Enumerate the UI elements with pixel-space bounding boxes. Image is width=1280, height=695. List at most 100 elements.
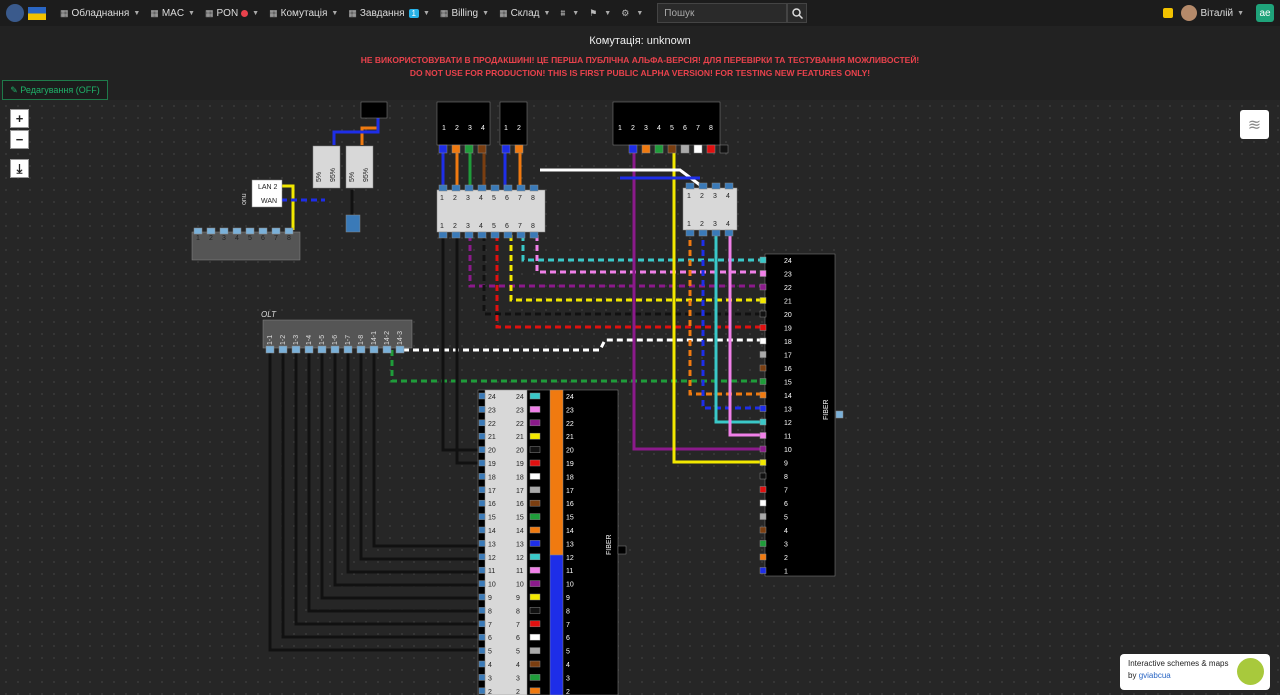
filter-icon[interactable]: ⩩ ▼ [560,8,579,19]
olt-port-label: 1-8 [358,335,365,345]
port-pad [477,144,487,154]
app-switch-icon[interactable]: ae [1256,4,1274,22]
page-title: Комутація: unknown [589,35,691,47]
onu-label: onu [241,193,248,205]
port-number: 3 [468,125,472,132]
nav-item-6[interactable]: ▦ Склад ▼ [499,8,550,19]
port-pad [438,184,448,192]
port-pad [478,526,486,534]
fiber-number: 24 [488,394,496,401]
scheme-canvas[interactable]: 1 2 3 4 1 2 1 2 3 4 5 6 7 8 1 1 2 2 3 3 4 4 5 5 6 6 7 7 8 8 1 1 2 2 3 3 4 4 5%… [0,100,1280,695]
fiber-number: 10 [488,582,496,589]
avatar[interactable] [1181,5,1198,21]
fiber-port [759,297,767,304]
pon-icon: ▦ [204,7,214,18]
flag-icon[interactable]: ⚑ ▼ [589,8,611,19]
chevron-down-icon[interactable]: ▼ [1237,10,1244,17]
fiber-number: 4 [784,528,788,535]
port-pad [529,184,539,192]
port-number: 7 [518,195,522,202]
port-number: 1 [618,125,622,132]
fiber-port [759,553,767,561]
fiber-number: 6 [784,501,788,508]
fiber-number: 10 [516,582,524,589]
fiber-number: 24 [566,394,574,401]
fiber-number: 5 [566,649,570,656]
fiber-number: 23 [566,407,574,414]
port-pad [464,184,474,192]
fiber-wire [728,230,760,437]
fiber-number: 20 [488,448,496,455]
port-pad [685,229,695,237]
port-pad [478,406,486,413]
fiber-wire [688,230,760,396]
port-number: 4 [235,235,239,242]
port-pad [478,459,486,467]
settings-icon[interactable]: ⚙ ▼ [621,8,643,19]
port-pad [724,229,734,237]
fiber-wire [521,235,760,262]
port-pad [478,513,486,520]
fiber-number: 19 [566,461,574,468]
port-number: 7 [518,223,522,230]
fiber-number: 14 [516,528,524,535]
chevron-down-icon: ▼ [422,9,430,17]
layers-button[interactable]: ≋ [1240,110,1269,139]
fiber-connector [529,459,541,467]
port-pad [395,345,405,354]
nav-item-3[interactable]: ▦ Комутація ▼ [269,8,338,19]
port-number: 4 [726,221,730,228]
fiber-wire [333,350,485,587]
fiber-port [759,540,767,547]
port-pad [698,229,708,237]
fiber-number: 22 [784,285,792,292]
port-pad [451,184,461,192]
edit-mode-button[interactable]: ✎ Редагування (OFF) [2,80,108,100]
port-pad [478,486,486,494]
port-pad [641,144,651,154]
author-link[interactable]: gviabcua [1139,671,1171,680]
zoom-out-button[interactable]: − [10,130,29,149]
port-number: 7 [274,235,278,242]
fiber-port [759,256,767,264]
ukraine-flag-icon[interactable] [28,6,46,20]
nav-item-4[interactable]: ▦ Завдання 1 ▼ [348,8,430,19]
user-name[interactable]: Віталій [1200,8,1233,19]
nav-menu: ▦ Обладнання ▼ ▦ MAC ▼ ▦ PON ▼ ▦ Комутація ▼ ▦ Завдан… [60,8,653,19]
fiber-number: 15 [566,515,574,522]
port-pad [451,144,461,154]
port-pad [464,144,474,154]
fiber-connector [529,633,541,641]
port-pad [478,674,486,681]
port-pad [680,144,690,154]
port-number: 6 [505,223,509,230]
port-pad [477,231,487,239]
nav-item-1[interactable]: ▦ MAC ▼ [150,8,195,19]
fiber-tube [549,554,564,695]
fiber-number: 14 [488,528,496,535]
top-navbar: ▦ Обладнання ▼ ▦ MAC ▼ ▦ PON ▼ ▦ Комутація ▼ ▦ Завдан… [0,0,1280,26]
fiber-connector [529,432,541,440]
nav-item-2[interactable]: ▦ PON ▼ [205,8,259,19]
port-pad [317,345,327,354]
download-button[interactable]: ⤓ [10,159,29,178]
fiber-port [759,391,767,399]
fiber-number: 9 [516,595,520,602]
fiber-port [759,459,767,466]
app-logo-icon[interactable] [6,4,24,22]
zoom-in-button[interactable]: + [10,109,29,128]
nav-item-0[interactable]: ▦ Обладнання ▼ [60,8,140,19]
fiber-number: 17 [784,353,792,360]
fiber-number: 12 [488,555,496,562]
search-input[interactable]: Пошук [657,3,788,23]
port-pad [438,231,448,239]
nav-item-5[interactable]: ▦ Billing ▼ [440,8,489,19]
fiber-port [759,472,767,480]
port-number: 1 [687,193,691,200]
port-pad [356,345,366,354]
search-button[interactable] [787,3,808,23]
port-number: 8 [709,125,713,132]
port-pad [478,620,486,628]
port-pad [330,345,340,354]
notes-icon[interactable] [1163,8,1174,18]
